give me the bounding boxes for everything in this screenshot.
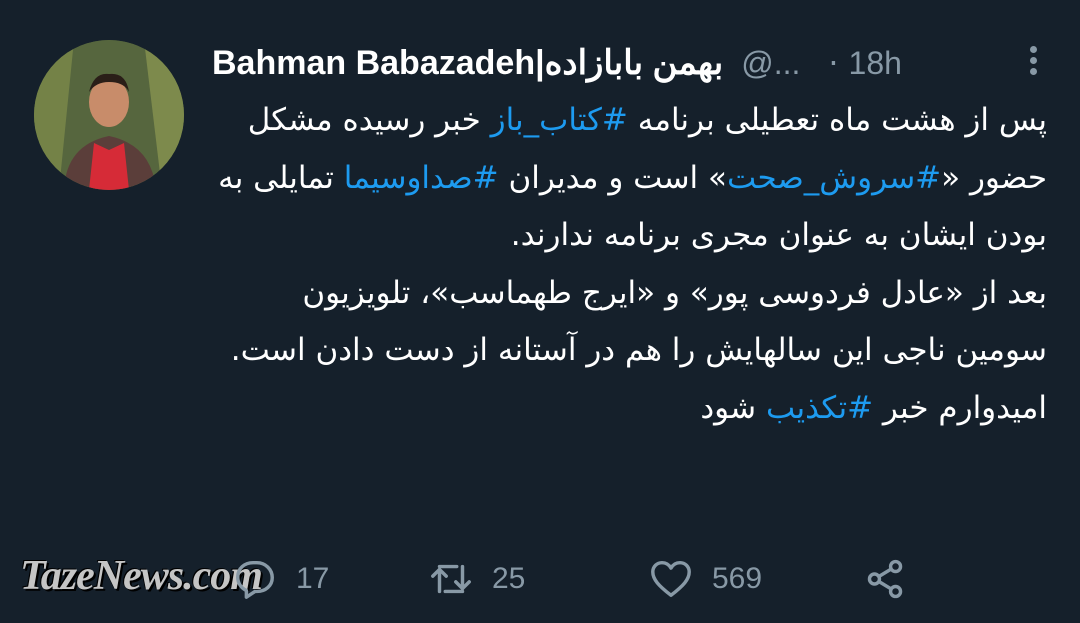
retweet-count: 25 [492,562,526,595]
tweet-text-segment: پس از هشت ماه تعطیلی برنامه [627,102,1047,138]
reply-count: 17 [296,562,330,595]
heart-icon [651,560,691,598]
separator-dot: · [828,44,839,82]
more-vertical-icon[interactable] [1026,46,1040,80]
hashtag-link[interactable]: #تکذیب [766,390,873,426]
avatar[interactable] [34,40,184,190]
tweet-header: Bahman Babazadeh|بهمن بابازاده @... · 18… [212,40,1040,86]
tweet-timestamp[interactable]: 18h [849,45,902,82]
hashtag-link[interactable]: #کتاب_باز [491,102,628,138]
author-handle[interactable]: @... [741,45,800,82]
tweet-paragraph: بعد از «عادل فردوسی پور» و «ایرج طهماسب»… [205,265,1047,380]
tweet-text-segment: امیدوارم خبر [873,389,1047,426]
tweet-paragraph: امیدوارم خبر #تکذیب شود [205,380,1047,438]
share-icon [867,559,903,599]
tweet-text: پس از هشت ماه تعطیلی برنامه #کتاب_باز خب… [205,92,1047,437]
reply-icon [236,560,274,599]
like-count: 569 [712,562,763,595]
reply-button[interactable]: 17 [232,556,329,602]
author-name[interactable]: Bahman Babazadeh|بهمن بابازاده [212,43,723,83]
tweet-text-segment: بعد از «عادل فردوسی پور» و «ایرج طهماسب»… [230,274,1047,369]
hashtag-link[interactable]: #صداوسیما [344,160,499,196]
avatar-photo [34,40,184,190]
like-button[interactable]: 569 [648,556,762,602]
retweet-icon [431,564,471,594]
tweet-text-segment: شود [700,389,767,426]
share-button[interactable] [862,556,908,602]
hashtag-link[interactable]: #سروش_صحت [727,160,941,196]
retweet-button[interactable]: 25 [428,556,525,602]
tweet-actions: 17 25 569 [0,552,1080,608]
tweet-paragraph: پس از هشت ماه تعطیلی برنامه #کتاب_باز خب… [205,92,1047,265]
tweet-text-segment: » است و مدیران [498,159,727,196]
